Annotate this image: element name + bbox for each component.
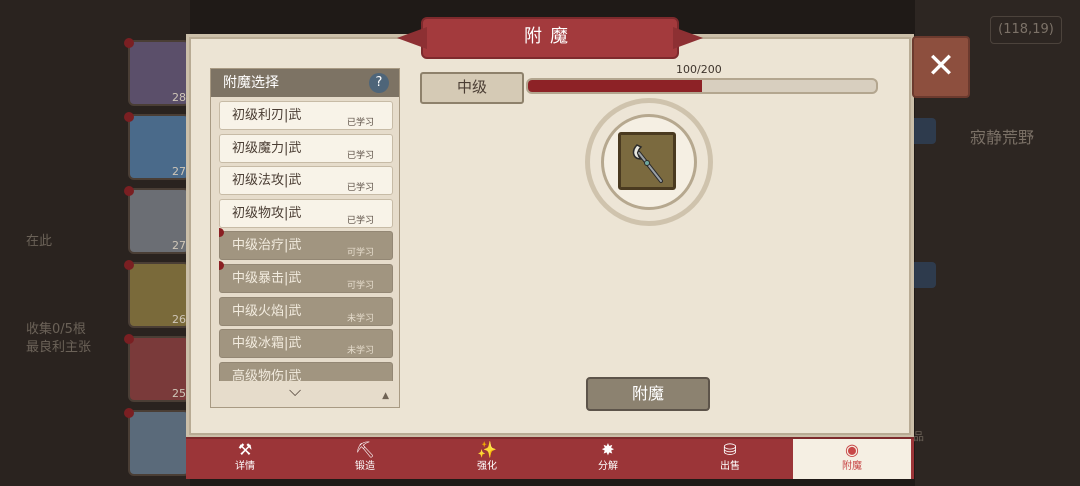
background-portrait: 27 [124,112,190,180]
bottom-tab-bar: ⚒ 详情 ⛏ 锻造 ✨ 强化 ✸ 分解 ⛁ 出售 ◉ 附魔 [186,437,914,479]
background-portrait: 25 [124,334,190,402]
enchant-list-item[interactable]: 高级物伤|武 [219,361,393,381]
enchant-name: 中级火焰|武 [232,303,302,319]
enchant-list: 初级利刃|武 已学习 初级魔力|武 已学习 初级法攻|武 已学习 初级物攻|武 已学习 中级治疗… [219,101,393,381]
enchant-list-item[interactable]: 初级利刃|武已学习 [219,101,393,130]
progress-text: 100/200 [676,63,722,76]
enchant-name: 初级物攻|武 [232,205,302,221]
enchant-status: 可学习 [346,280,374,291]
background-text-2: 收集0/5根 [26,322,86,337]
portrait-pin [124,334,134,344]
progress-fill [528,80,702,92]
window-title: 附魔 [421,17,679,59]
enchant-list-header: 附魔选择 ? [211,69,399,97]
weapon-scythe-icon [632,144,663,183]
enchant-list-item[interactable]: 初级物攻|武已学习 [219,198,393,228]
progress-bar [526,78,878,94]
enchant-status: 可学习 [346,248,374,259]
enchant-list-item[interactable]: 初级魔力|武已学习 [219,133,393,163]
portrait-level: 26 [172,313,186,326]
enchant-list-item[interactable]: 中级治疗|武可学习 [219,228,393,261]
enchant-list-panel: 附魔选择 ? 初级利刃|武 已学习 初级魔力|武 已学习 初级法攻|武 已学习 初级物攻|武… [210,68,400,408]
enchant-list-item[interactable]: 中级暴击|武可学习 [219,260,393,293]
tab-label: 详情 [235,461,255,472]
enchant-name: 初级法攻|武 [232,173,302,189]
enchant-list-item[interactable]: 初级法攻|武已学习 [219,166,393,196]
enchant-name: 高级物伤|武 [232,368,302,381]
tab-4[interactable]: ⛁ 出售 [671,439,789,479]
portrait-level: 25 [172,387,186,400]
enchant-list-item[interactable]: 中级冰霜|武未学习 [219,329,393,359]
close-button[interactable]: ✕ [912,36,970,98]
background-portrait: 27 [124,186,190,254]
sparkle-wand-icon: ✨ [477,440,497,459]
anvil-icon: ⛏ [354,440,376,459]
portrait-level: 28 [172,91,186,104]
background-zone-name: 寂静荒野 [970,128,1035,147]
tab-5[interactable]: ◉ 附魔 [793,439,911,479]
background-text-3: 最良利主张 [26,340,92,355]
burst-icon: ✸ [601,440,615,459]
portrait-pin [124,408,134,418]
portrait-level: 27 [172,239,186,252]
enchant-list-item[interactable]: 中级火焰|武未学习 [219,296,393,326]
background-portrait: 26 [124,260,190,328]
eye-sigil-icon: ◉ [845,440,859,459]
hammer-icon: ⚒ [237,440,253,459]
tab-0[interactable]: ⚒ 详情 [186,439,304,479]
enchant-level-label: 中级 [420,72,524,104]
portrait-pin [124,260,134,270]
portrait-pin [124,38,134,48]
background-coord: (118,19) [990,16,1062,44]
portrait-pin [124,112,134,122]
enchant-list-title: 附魔选择 [223,75,279,91]
tab-label: 附魔 [842,461,862,472]
tab-label: 锻造 [355,461,375,472]
enchant-status: 已学习 [346,215,374,226]
tab-label: 出售 [720,461,740,472]
tab-2[interactable]: ✨ 强化 [428,439,546,479]
enchant-status: 已学习 [346,150,374,161]
enchant-name: 中级暴击|武 [232,270,302,286]
enchant-status: 未学习 [346,346,374,357]
enchant-status: 已学习 [346,183,374,194]
coins-icon: ⛁ [723,440,737,459]
enchant-name: 初级魔力|武 [232,140,302,156]
portrait-level: 27 [172,165,186,178]
tab-label: 分解 [598,461,618,472]
enchant-status: 已学习 [346,118,374,128]
background-text-1: 在此 [26,234,53,249]
background-portrait: 28 [124,38,190,106]
help-icon[interactable]: ? [369,73,389,93]
enchant-status: 未学习 [346,313,374,324]
enchant-name: 中级冰霜|武 [232,336,302,352]
enchant-name: 初级利刃|武 [232,108,302,123]
portrait-pin [124,186,134,196]
new-indicator-dot [219,260,224,270]
new-indicator-dot [219,228,224,238]
enchant-button[interactable]: 附魔 [586,377,710,411]
chevron-down-icon[interactable]: ⌵ [289,381,301,401]
tab-1[interactable]: ⛏ 锻造 [306,439,424,479]
enchant-name: 中级治疗|武 [232,238,302,254]
tab-3[interactable]: ✸ 分解 [549,439,667,479]
background-portrait [124,408,190,476]
selected-item-slot[interactable] [618,132,676,190]
chevron-up-icon[interactable]: ▲ [382,391,389,401]
tab-label: 强化 [477,461,497,472]
